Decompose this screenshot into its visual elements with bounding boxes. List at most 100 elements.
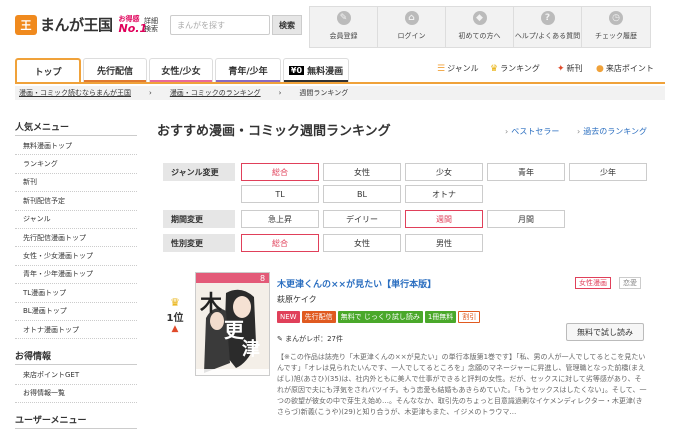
site-logo[interactable]: 王 まんが王国 お得感 No.1 bbox=[15, 14, 147, 35]
gender-option[interactable]: 総合 bbox=[241, 234, 319, 252]
new-icon: ✦ bbox=[557, 63, 565, 74]
tab-label: 青年/少年 bbox=[228, 67, 268, 77]
sidebar-item[interactable]: 来店ポイントGET bbox=[15, 366, 137, 385]
nav-label: ログイン bbox=[397, 32, 426, 40]
genre-option[interactable]: 少女 bbox=[405, 163, 483, 181]
sidebar-item[interactable]: BL漫画トップ bbox=[15, 303, 137, 321]
genre-tag[interactable]: 恋愛 bbox=[619, 277, 641, 289]
author-link[interactable]: 萩原ケイク bbox=[277, 294, 317, 305]
sidebar-item[interactable]: ジャンル bbox=[15, 211, 137, 229]
search-input[interactable]: まんがを探す bbox=[170, 15, 270, 35]
breadcrumb-ranking[interactable]: 漫画・コミックのランキング bbox=[170, 88, 261, 98]
past-ranking-link[interactable]: › 過去のランキング bbox=[577, 126, 647, 137]
tab-underline bbox=[150, 80, 212, 82]
crown-icon: ♛ bbox=[170, 296, 180, 309]
gender-option[interactable]: 女性 bbox=[323, 234, 401, 252]
rank-number: 1位 bbox=[166, 313, 184, 324]
nav-new[interactable]: ✦ 新刊 bbox=[557, 63, 583, 74]
logo-mark-icon: 王 bbox=[15, 14, 37, 35]
book-description: 【※この作品は誌売り「木更津くんの××が見たい」の単行本版第1巻です】「私、男の… bbox=[277, 353, 647, 416]
nav-ranking[interactable]: ♛ ランキング bbox=[490, 63, 540, 74]
review-label: まんがレポ：27件 bbox=[285, 335, 344, 343]
pencil-icon: ✎ bbox=[277, 335, 286, 343]
genre-option[interactable]: 少年 bbox=[569, 163, 647, 181]
search-button[interactable]: 検索 bbox=[272, 15, 302, 35]
nav-label: ランキング bbox=[500, 64, 540, 73]
sidebar-item[interactable]: 先行配信漫画トップ bbox=[15, 229, 137, 248]
review-count[interactable]: ✎ まんがレポ：27件 bbox=[277, 334, 343, 344]
cover-illustration: 8 木 更 津 bbox=[196, 273, 269, 375]
genre-filter-label: ジャンル変更 bbox=[163, 163, 235, 181]
bestseller-link[interactable]: › ベストセラー bbox=[505, 126, 559, 137]
nav-label: 新刊 bbox=[566, 64, 583, 73]
lock-icon: ⌂ bbox=[404, 11, 419, 25]
sidebar-item[interactable]: TL漫画トップ bbox=[15, 284, 137, 303]
nav-help[interactable]: ? ヘルプ/よくある質問 bbox=[514, 7, 582, 47]
breadcrumb: 漫画・コミック読むならまんが王国 › 漫画・コミックのランキング › 週間ランキ… bbox=[15, 86, 665, 100]
tab-underline bbox=[284, 80, 348, 82]
genre-tag[interactable]: 女性漫画 bbox=[575, 277, 611, 289]
genre-option[interactable]: オトナ bbox=[405, 185, 483, 203]
sidebar-item[interactable]: 青年・少年漫画トップ bbox=[15, 266, 137, 285]
nav-label: ヘルプ/よくある質問 bbox=[514, 32, 581, 40]
breadcrumb-current: 週間ランキング bbox=[299, 89, 349, 97]
period-option[interactable]: 週間 bbox=[405, 210, 483, 228]
nav-login[interactable]: ⌂ ログイン bbox=[378, 7, 446, 47]
nav-label: 来店ポイント bbox=[605, 64, 654, 73]
free-trial-button[interactable]: 無料で試し読み bbox=[566, 323, 644, 341]
yen-zero-badge: ¥0 bbox=[288, 66, 305, 75]
breadcrumb-home[interactable]: 漫画・コミック読むならまんが王国 bbox=[19, 88, 131, 98]
nav-points[interactable]: ● 来店ポイント bbox=[596, 63, 654, 74]
logo-text: まんが王国 bbox=[40, 16, 113, 34]
period-filter-label: 期間変更 bbox=[163, 210, 235, 228]
genre-option[interactable]: BL bbox=[323, 185, 401, 203]
pencil-icon: ✎ bbox=[336, 11, 351, 25]
tab-female[interactable]: 女性/少女 bbox=[149, 58, 213, 82]
past-ranking-link-label: 過去のランキング bbox=[583, 127, 647, 136]
free-trial-badge: 無料で じっくり試し読み bbox=[337, 311, 423, 323]
early-release-badge: 先行配信 bbox=[301, 311, 336, 323]
chevron-right-icon: › bbox=[577, 127, 581, 136]
nav-register[interactable]: ✎ 会員登録 bbox=[310, 7, 378, 47]
discount-badge: 割引 bbox=[458, 311, 481, 323]
new-badge: NEW bbox=[277, 311, 300, 323]
site-header: 王 まんが王国 お得感 No.1 詳細検索 まんがを探す 検索 ✎ 会員登録 ⌂ ロ… bbox=[0, 0, 680, 52]
period-option[interactable]: 急上昇 bbox=[241, 210, 319, 228]
gender-option[interactable]: 男性 bbox=[405, 234, 483, 252]
sidebar-item[interactable]: 新刊 bbox=[15, 174, 137, 193]
point-icon: ● bbox=[596, 63, 604, 74]
genre-option[interactable]: 女性 bbox=[323, 163, 401, 181]
tab-underline bbox=[216, 80, 280, 82]
tab-underline bbox=[84, 80, 146, 82]
sidebar-item[interactable]: お得情報一覧 bbox=[15, 385, 137, 404]
book-title-link[interactable]: 木更津くんの××が見たい【単行本版】 bbox=[277, 277, 436, 290]
sidebar-item[interactable]: 新刊配信予定 bbox=[15, 192, 137, 211]
tab-male[interactable]: 青年/少年 bbox=[215, 58, 281, 82]
genre-option[interactable]: TL bbox=[241, 185, 319, 203]
genre-option[interactable]: 青年 bbox=[487, 163, 565, 181]
tab-label: トップ bbox=[34, 67, 62, 78]
sidebar-item[interactable]: 女性・少女漫画トップ bbox=[15, 247, 137, 266]
tab-early[interactable]: 先行配信 bbox=[83, 58, 147, 82]
nav-history[interactable]: ◷ チェック履歴 bbox=[582, 7, 650, 47]
clock-icon: ◷ bbox=[609, 11, 623, 25]
beginner-icon: ◆ bbox=[472, 11, 487, 25]
bestseller-link-label: ベストセラー bbox=[511, 127, 560, 136]
genre-option[interactable]: 総合 bbox=[241, 163, 319, 181]
logo-badge: お得感 No.1 bbox=[118, 15, 148, 35]
period-option[interactable]: 月間 bbox=[487, 210, 565, 228]
sidebar-item[interactable]: 無料漫画トップ bbox=[15, 137, 137, 156]
nav-genre[interactable]: ☰ ジャンル bbox=[437, 63, 479, 74]
tab-top[interactable]: トップ bbox=[15, 58, 81, 82]
book-cover[interactable]: 8 木 更 津 bbox=[195, 272, 270, 376]
period-option[interactable]: デイリー bbox=[323, 210, 401, 228]
sidebar-item[interactable]: ランキング bbox=[15, 155, 137, 174]
advanced-search-link[interactable]: 詳細検索 bbox=[144, 17, 164, 33]
nav-label: 会員登録 bbox=[329, 32, 358, 40]
tab-free[interactable]: ¥0 無料漫画 bbox=[283, 58, 349, 82]
sidebar-item[interactable]: オトナ漫画トップ bbox=[15, 321, 137, 340]
badge-row: NEW 先行配信 無料で じっくり試し読み 1冊無料 割引 bbox=[277, 311, 481, 323]
breadcrumb-separator: › bbox=[278, 89, 282, 97]
logo-badge-bottom: No.1 bbox=[118, 21, 148, 35]
nav-beginner[interactable]: ◆ 初めての方へ bbox=[446, 7, 514, 47]
